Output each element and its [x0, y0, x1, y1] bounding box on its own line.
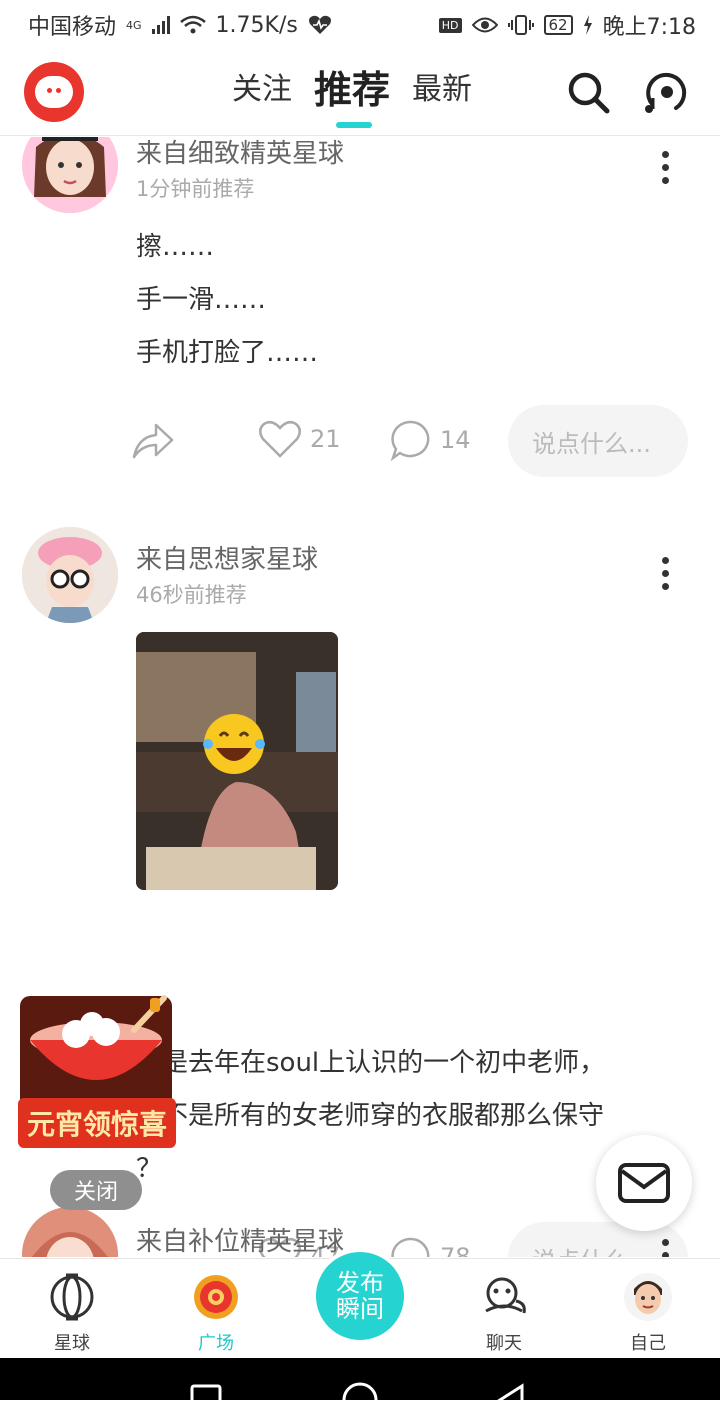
post-line: 这是去年在soul上认识的一个初中老师， [136, 1048, 606, 1078]
battery-indicator: 62 [543, 15, 573, 35]
post-planet: 来自细致精英星球 [136, 139, 345, 169]
post-text: 擦…… 手一滑…… 手机打脸了…… [136, 221, 318, 380]
nav-item-chat[interactable]: 聊天 [454, 1271, 554, 1355]
post-actions: 21 14 说点什么... [0, 405, 720, 477]
heart-rate-icon [308, 15, 331, 35]
comment-count: 14 [440, 426, 471, 454]
app-logo[interactable] [24, 62, 84, 122]
nav-label: 广场 [198, 1333, 234, 1354]
post-line: 手机打脸了…… [136, 338, 319, 368]
network-speed: 1.75K/s [215, 12, 298, 38]
comment-button[interactable]: 14 [390, 419, 471, 461]
comment-button[interactable]: 78 [390, 1236, 471, 1257]
publish-label: 发布瞬间 [336, 1269, 384, 1323]
like-count: 21 [310, 425, 341, 453]
search-icon[interactable] [564, 68, 612, 116]
restaurant-photo [136, 632, 338, 890]
comment-bubble-icon [390, 420, 430, 461]
carrier-name: 中国移动 [28, 15, 117, 40]
post-time: 1分钟前推荐 [136, 177, 255, 201]
network-type: 4G [126, 18, 142, 32]
more-options-icon[interactable] [662, 1239, 670, 1257]
tab-latest[interactable]: 最新 [412, 66, 472, 114]
clock: 晚上7:18 [602, 15, 696, 40]
user-avatar[interactable] [22, 527, 118, 623]
more-options-icon[interactable] [662, 557, 670, 596]
feed-tabs: 关注 推荐 最新 [232, 66, 472, 128]
share-icon [132, 423, 174, 459]
user-avatar[interactable] [22, 137, 118, 213]
nav-label: 星球 [54, 1333, 90, 1354]
tangyuan-bowl-icon [20, 995, 172, 1108]
system-nav-icons [190, 1382, 524, 1404]
vibrate-icon [507, 15, 534, 35]
heart-icon [259, 420, 301, 458]
comment-input[interactable]: 说点什么... [508, 405, 688, 477]
planet-lantern-icon [50, 1273, 94, 1321]
post-time: 46秒前推荐 [136, 583, 247, 607]
promo-label[interactable]: 元宵领惊喜 [18, 1098, 176, 1148]
top-bar: 关注 推荐 最新 [0, 50, 720, 136]
tab-recommended[interactable]: 推荐 [314, 66, 390, 128]
signal-icon [151, 16, 170, 34]
post-photo[interactable] [136, 632, 338, 890]
post-planet: 来自补位精英星球 [136, 1227, 345, 1257]
soul-logo-icon [35, 76, 73, 108]
post-text: 这是去年在soul上认识的一个初中老师， 是不是所有的女老师穿的衣服都那么保守 … [136, 1037, 605, 1196]
wifi-icon [179, 15, 206, 34]
post-line: ？ [136, 1154, 163, 1184]
nav-item-square[interactable]: 广场 [166, 1271, 266, 1355]
cartoon-boy-avatar-icon [22, 527, 118, 623]
user-avatar[interactable] [22, 1207, 118, 1257]
close-promo-button[interactable]: 关闭 [50, 1170, 142, 1210]
nav-item-me[interactable]: 自己 [598, 1271, 698, 1355]
square-firework-icon [194, 1275, 238, 1319]
more-options-icon[interactable] [662, 151, 670, 190]
post-line: 是不是所有的女老师穿的衣服都那么保守 [136, 1101, 605, 1131]
eye-icon [471, 17, 498, 33]
message-button[interactable] [596, 1135, 692, 1231]
tab-following[interactable]: 关注 [232, 66, 292, 114]
comment-bubble-icon [391, 1237, 430, 1257]
envelope-icon [618, 1163, 670, 1203]
hd-badge: HD [438, 17, 462, 33]
post-line: 擦…… [136, 232, 215, 262]
nav-label: 自己 [630, 1333, 666, 1354]
post-line: 手一滑…… [136, 285, 267, 315]
charging-icon [583, 15, 592, 35]
anime-avatar-icon [22, 1207, 118, 1257]
chat-mouse-icon [485, 1277, 526, 1314]
publish-moment-button[interactable]: 发布瞬间 [312, 1248, 408, 1344]
comment-count: 78 [440, 1243, 471, 1257]
post-planet: 来自思想家星球 [136, 545, 319, 575]
status-bar: 中国移动 4G 1.75K/s HD 62 晚上7:18 [0, 0, 720, 50]
system-navigation-bar [0, 1358, 720, 1404]
cartoon-girl-avatar-icon [22, 137, 118, 213]
like-button[interactable]: 21 [258, 419, 341, 459]
music-match-icon[interactable] [640, 68, 688, 116]
nav-label: 聊天 [486, 1333, 522, 1354]
nav-item-planet[interactable]: 星球 [22, 1271, 122, 1355]
share-button[interactable] [130, 419, 174, 461]
user-avatar-icon [624, 1273, 672, 1321]
